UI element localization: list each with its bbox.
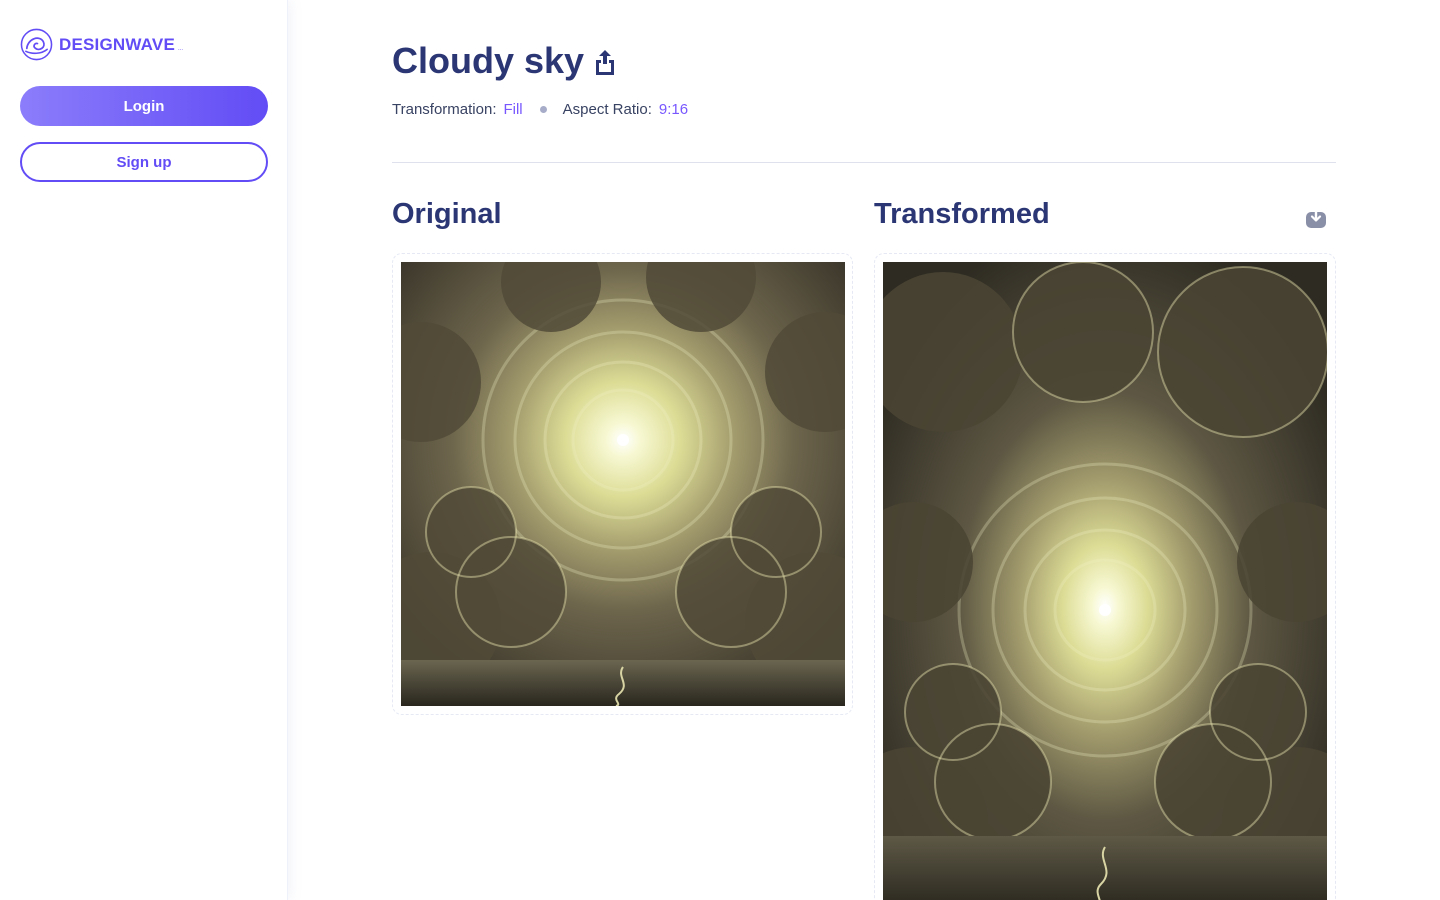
page-title: Cloudy sky [392, 40, 585, 81]
divider [392, 162, 1336, 163]
meta-separator [539, 106, 547, 113]
brand-logo[interactable]: DESIGNWAVE ... [20, 28, 183, 61]
download-icon[interactable] [1305, 207, 1327, 229]
sidebar: DESIGNWAVE ... Login Sign up [0, 0, 288, 900]
image-meta: Transformation: Fill Aspect Ratio: 9:16 [392, 101, 688, 118]
brand-suffix: ... [177, 45, 183, 52]
share-icon[interactable] [594, 49, 616, 75]
transformed-title: Transformed [874, 198, 1050, 230]
transformation-label: Transformation: [392, 101, 497, 118]
aspect-ratio-label: Aspect Ratio: [562, 101, 652, 118]
signup-button[interactable]: Sign up [20, 142, 268, 182]
login-button[interactable]: Login [20, 86, 268, 126]
brand-name: DESIGNWAVE [59, 34, 175, 54]
title-row: Cloudy sky [392, 40, 616, 82]
aspect-ratio-value: 9:16 [658, 101, 689, 118]
transformation-value: Fill [503, 101, 523, 118]
original-title: Original [392, 198, 502, 230]
transformed-image[interactable] [883, 262, 1327, 900]
original-image[interactable] [401, 262, 845, 706]
wave-logo-icon [20, 28, 53, 61]
